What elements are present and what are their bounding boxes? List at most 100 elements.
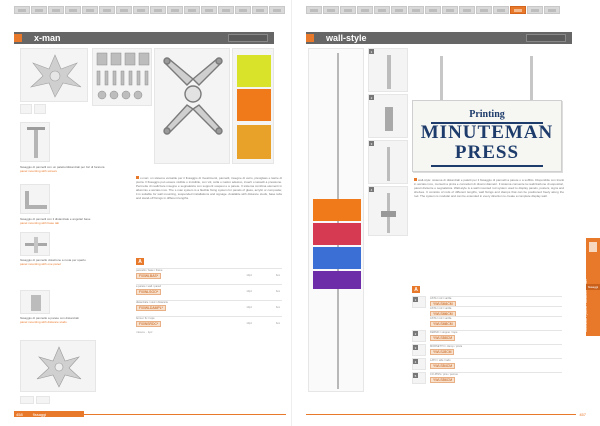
index-tab	[544, 6, 560, 14]
purple-panel	[313, 271, 361, 289]
index-tab	[269, 6, 285, 14]
product-thumb: 4	[412, 358, 426, 370]
index-tab	[82, 6, 98, 14]
header-logo	[228, 34, 268, 42]
left-table-marker: A	[136, 258, 144, 265]
bullet-icon	[414, 178, 417, 181]
right-body-text: wall-style: sistema di distanziali e pal…	[414, 178, 564, 198]
product-code: YWLSM8CM	[430, 321, 456, 327]
index-tab	[459, 6, 475, 14]
detail-box-4: 4	[368, 186, 408, 236]
left-product-row: a parete / wall / pared F00NLSGO* 10pz b…	[136, 284, 282, 295]
index-tab	[374, 6, 390, 14]
cross-connector-icon	[36, 346, 82, 388]
right-page-number: 457	[579, 412, 586, 417]
row-tail: box	[275, 306, 280, 309]
caption-1-sub: panel mounting with screws	[20, 169, 57, 173]
base-tab-photo	[20, 184, 50, 214]
stud-icon	[385, 107, 393, 131]
rod-icon	[387, 147, 390, 181]
box-number: 2	[369, 95, 374, 100]
printing-sign-photo: Printing MINUTEMAN PRESS	[412, 100, 562, 172]
product-code: YWLSB6CM	[430, 377, 456, 383]
colored-panels-photo	[232, 48, 274, 164]
side-tab-icon	[589, 242, 597, 252]
orange-panel	[237, 89, 271, 121]
box-number: 1	[369, 49, 374, 54]
row-tail: box	[275, 274, 280, 277]
distance-stud-photo	[20, 290, 50, 314]
right-product-row: LATO / side / lado YWLSB4CM	[430, 358, 562, 369]
stud-icon	[31, 295, 41, 311]
side-tab-label: fissaggi	[586, 284, 600, 290]
left-product-row: pannello / base / frame F00WLBAS* 10pz b…	[136, 268, 282, 279]
caption-2-sub: panel mounting with base tab	[20, 221, 60, 225]
product-thumb: 3	[412, 344, 426, 356]
index-tab	[408, 6, 424, 14]
bullet-icon	[136, 176, 139, 179]
index-tab	[65, 6, 81, 14]
right-product-row: ASTA / rod / varilla YWLSM4CM	[430, 296, 562, 307]
left-product-row: distanziale / stud / distancia F00WLDAMP…	[136, 300, 282, 311]
amber-panel	[237, 125, 271, 159]
header-accent	[14, 34, 22, 42]
product-code: YWLSJ8CM	[430, 349, 455, 355]
footnote: misure · 1pz	[136, 330, 153, 334]
index-tab	[323, 6, 339, 14]
x-bracket-icon	[163, 57, 223, 135]
index-tab	[306, 6, 322, 14]
rod-icon	[387, 55, 391, 89]
thumb-icon	[36, 396, 50, 404]
row-label: MORSETTO / clamp / pinza	[430, 345, 463, 348]
right-page-title: wall-style	[326, 33, 367, 43]
caption-4: fissaggio di pannello a parete con dista…	[20, 316, 110, 324]
product-code: YWLSB4CM	[430, 363, 456, 369]
row-label: ASTA / rod / varilla	[430, 297, 452, 300]
index-tab	[14, 6, 30, 14]
index-tab	[391, 6, 407, 14]
wall-rod-photo	[308, 48, 364, 392]
row-tail: box	[275, 322, 280, 325]
product-code: F00WLBAS*	[136, 273, 162, 279]
index-tab	[116, 6, 132, 14]
caption-3-sub: panel mounting with one panel	[20, 262, 61, 266]
index-tab	[425, 6, 441, 14]
index-tab	[218, 6, 234, 14]
right-product-row: ASTA / rod / varilla YWLSM8CM	[430, 316, 562, 327]
index-tab	[235, 6, 251, 14]
index-tab	[184, 6, 200, 14]
product-thumb: 2	[412, 330, 426, 342]
sign-line-1: Printing	[469, 109, 505, 120]
red-panel	[313, 223, 361, 245]
product-code: F00WLDAMPL*	[136, 305, 166, 311]
row-label: a parete / wall / pared	[136, 285, 161, 288]
product-thumb: 1	[412, 296, 426, 308]
screw-icon	[27, 127, 45, 158]
box-number: 4	[369, 187, 374, 192]
product-code: YWLSB8CM	[430, 335, 456, 341]
thumb-icon	[20, 396, 34, 404]
index-tab	[48, 6, 64, 14]
caption-3: fissaggio di pannello dotazione a ruota …	[20, 258, 110, 266]
screw-mount-photo	[20, 122, 50, 162]
footer-rule	[306, 414, 576, 415]
detail-box-1: 1	[368, 48, 408, 92]
caption-2: fissaggio di pannelli con il distanziale…	[20, 217, 110, 225]
bracket-icon	[25, 191, 47, 209]
x-bracket-icon	[29, 54, 82, 98]
right-product-row: CO-PINS / pins / pernos YWLSB6CM	[430, 372, 562, 383]
orange-panel	[313, 199, 361, 221]
index-tab	[476, 6, 492, 14]
footer-section: fissaggi	[32, 411, 47, 417]
detail-box-2: 2	[368, 94, 408, 138]
index-tab	[357, 6, 373, 14]
left-page-header: x-man	[14, 32, 274, 44]
panel-mount-icon	[25, 237, 47, 253]
cross-connector-photo	[20, 340, 96, 392]
index-tab	[340, 6, 356, 14]
left-index-tabs	[14, 6, 285, 14]
left-product-row: ferma / fix / tope F00NSRDC* 10pz box	[136, 316, 282, 327]
caption-1: fissaggio di pannelli con un paletto/dis…	[20, 165, 110, 173]
product-code: F00NSRDC*	[136, 321, 162, 327]
sign-line-3: PRESS	[454, 142, 520, 163]
